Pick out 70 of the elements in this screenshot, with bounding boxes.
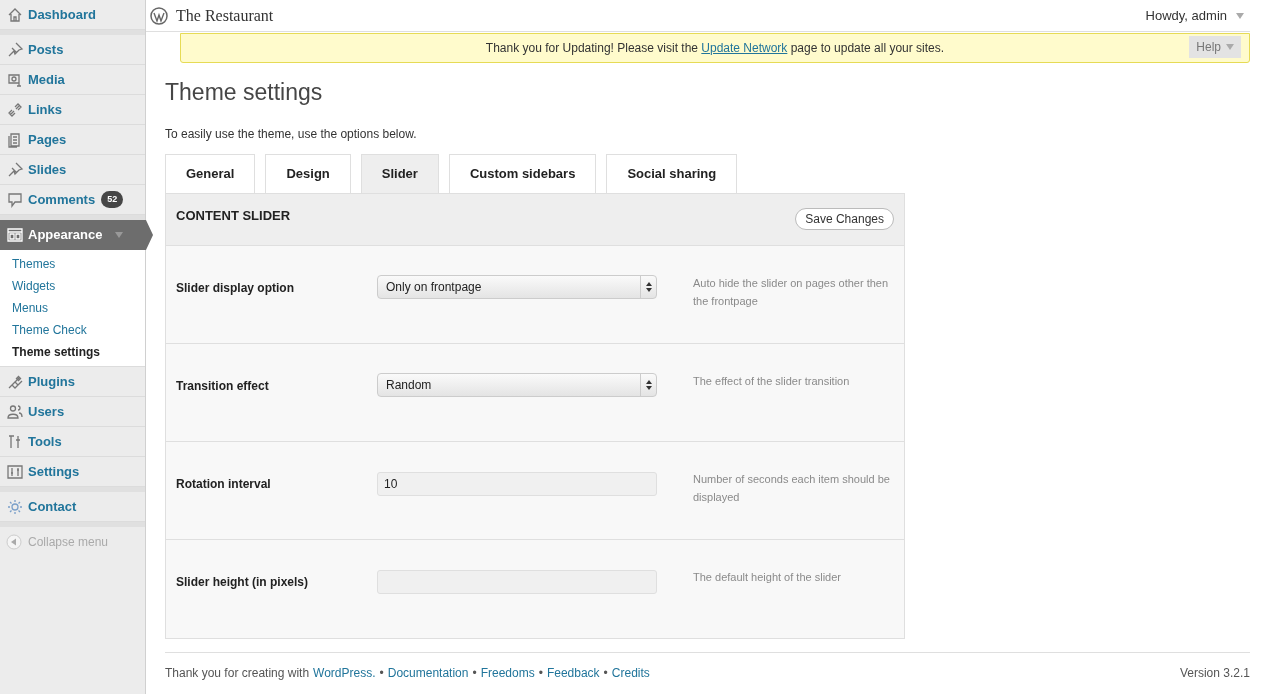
separator-dot: • — [472, 664, 477, 682]
submenu-item[interactable]: Menus — [0, 297, 145, 319]
menu-item[interactable]: Settings — [0, 457, 145, 487]
caret-icon — [1226, 44, 1234, 50]
caret-icon[interactable] — [1236, 12, 1244, 19]
footer-link[interactable]: Feedback — [546, 663, 600, 682]
menu-item[interactable]: Plugins — [0, 367, 145, 397]
help-text: The default height of the slider — [693, 569, 842, 585]
layout-icon — [6, 226, 24, 244]
menu-item[interactable]: Posts — [0, 35, 145, 65]
select-field[interactable]: Only on frontpage — [377, 274, 657, 299]
menu-item[interactable]: Comments 52 — [0, 185, 145, 215]
menu-item[interactable]: Tools — [0, 427, 145, 457]
caret-icon[interactable] — [115, 232, 123, 238]
notice-text: Thank you for Updating! Please visit the Update Network page to update all your sites. — [485, 40, 945, 57]
help-text: Auto hide the slider on pages other then the frontpage — [693, 275, 890, 309]
footer-link[interactable]: Freedoms — [480, 663, 535, 682]
count-badge: 52 — [101, 190, 124, 209]
tab[interactable]: Custom sidebars — [448, 153, 597, 193]
tab[interactable]: Slider — [360, 153, 439, 193]
footer-link[interactable]: Credits — [611, 663, 650, 682]
text-input-field[interactable]: 10 — [377, 471, 657, 496]
page-title: Theme settings — [165, 78, 324, 107]
help-text: Number of seconds each item should be displayed — [693, 471, 891, 505]
updown-icon — [645, 379, 652, 390]
footer-link[interactable]: Documentation — [387, 663, 469, 682]
separator-dot: • — [538, 664, 543, 682]
pushpin-icon — [6, 40, 24, 59]
updown-icon — [645, 281, 652, 292]
tab[interactable]: Social sharing — [606, 153, 738, 193]
intro-text: To easily use the theme, use the options below. — [165, 125, 418, 143]
menu-item[interactable]: Contact — [0, 492, 145, 522]
pushpin-icon — [6, 160, 24, 179]
field-label: Transition effect — [176, 377, 270, 395]
separator-dot: • — [603, 664, 608, 682]
menu-item[interactable]: Media — [0, 65, 145, 95]
panel-title: CONTENT SLIDER — [176, 207, 291, 226]
help-button[interactable]: Help — [1189, 36, 1241, 58]
select-field[interactable]: Random — [377, 372, 657, 397]
site-title[interactable]: The Restaurant — [176, 3, 274, 28]
separator-dot: • — [379, 664, 384, 682]
submenu-item[interactable]: Themes — [0, 253, 145, 275]
user-greeting[interactable]: Howdy, admin — [1145, 5, 1227, 26]
speech-bubble-icon — [6, 190, 24, 209]
submenu-item[interactable]: Widgets — [0, 275, 145, 297]
menu-item[interactable]: Pages — [0, 125, 145, 155]
menu-item[interactable]: Dashboard — [0, 0, 145, 30]
footer-text: Thank you for creating with — [165, 664, 310, 682]
footer-link[interactable]: WordPress. — [313, 663, 376, 682]
gear-icon — [6, 497, 24, 516]
field-label: Slider display option — [176, 279, 295, 297]
field-label: Slider height (in pixels) — [176, 573, 310, 591]
logo-icon — [150, 6, 168, 25]
menu-item[interactable]: Users — [0, 397, 145, 427]
tab[interactable]: Design — [265, 153, 351, 193]
collapse-icon — [6, 534, 22, 550]
users-icon — [6, 402, 24, 421]
update-network-link[interactable]: Update Network — [701, 41, 788, 55]
menu-item[interactable]: Slides — [0, 155, 145, 185]
tab[interactable]: General — [165, 153, 256, 193]
text-input-field[interactable] — [377, 569, 657, 594]
field-label: Rotation interval — [176, 475, 272, 493]
help-text: The effect of the slider transition — [693, 373, 851, 389]
menu-item[interactable]: Links — [0, 95, 145, 125]
sliders-icon — [6, 462, 24, 481]
save-changes-button[interactable]: Save Changes — [795, 208, 894, 230]
menu-item[interactable]: Appearance — [0, 220, 153, 250]
version-text: Version 3.2.1 — [1179, 664, 1250, 682]
submenu-item[interactable]: Theme settings — [0, 341, 145, 363]
submenu-item[interactable]: Theme Check — [0, 319, 145, 341]
